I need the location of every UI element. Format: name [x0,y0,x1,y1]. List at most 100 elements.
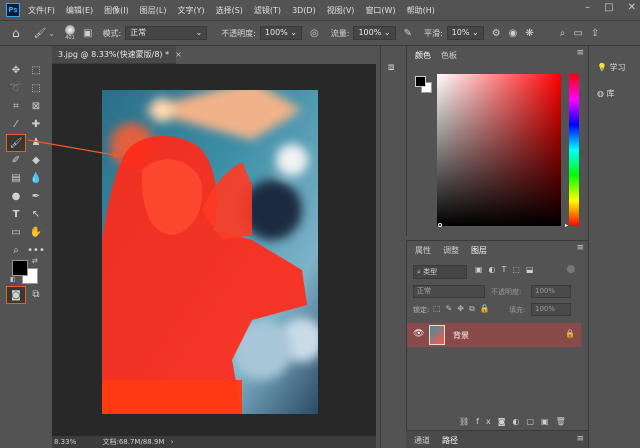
share-icon[interactable]: ⇪ [591,28,599,39]
document-canvas-image[interactable] [102,90,318,414]
color-picker-marker[interactable] [438,223,442,227]
path-select-tool-icon[interactable]: ↖ [26,206,46,224]
layers-panel: 属性 调整 图层 ≡ ⌕ 类型 ▣◐T⬚⬓ 正常 不透明度: 100% 锁定: … [406,240,588,430]
layer-opacity-label: 不透明度: [491,288,522,296]
layer-filter-select[interactable]: ⌕ 类型 [413,265,467,279]
filter-toggle[interactable] [567,265,575,273]
healing-tool-icon[interactable]: ✚ [26,116,46,134]
menu-type[interactable]: 文字(Y) [177,5,204,16]
brush-preset-picker[interactable]: 401 [65,25,76,41]
tab-channels[interactable]: 通道 [414,435,430,446]
3d-panel-icon[interactable]: ⧈ [388,62,394,73]
learn-library-column: 💡 学习 ◍ 库 [588,46,640,448]
layer-action-icons[interactable]: ⛓fx◙◐▢▣🗑 [459,417,573,426]
window-controls: – □ ✕ [585,2,636,13]
fill-input[interactable]: 100% [531,303,571,316]
lock-label: 锁定: [413,306,430,314]
menu-select[interactable]: 选择(S) [216,5,243,16]
learn-button[interactable]: 💡 学习 [597,62,626,73]
close-icon[interactable]: × [175,50,182,59]
blend-mode-select[interactable]: 正常 [413,285,485,298]
workspace-icon[interactable]: ▭ [573,28,582,39]
brush-tool-icon[interactable]: 🖌 [6,134,26,152]
history-brush-tool-icon[interactable]: ✐ [6,152,26,170]
foreground-color-front [12,260,28,276]
airbrush-icon[interactable]: ✎ [404,28,412,39]
library-button[interactable]: ◍ 库 [597,88,615,99]
flow-label: 流量: [330,28,350,38]
smoothing-label: 平滑: [423,28,443,38]
eye-icon[interactable]: 👁 [413,329,424,339]
move-tool-icon[interactable]: ✥ [6,62,26,80]
tab-color[interactable]: 颜色 [415,50,431,61]
layer-opacity-input[interactable]: 100% [531,285,571,298]
gear-icon[interactable]: ⚙ [492,28,501,39]
layer-filter-icons[interactable]: ▣◐T⬚⬓ [475,265,540,274]
search-icon[interactable]: ⌕ [560,28,566,39]
hand-tool-icon[interactable]: ✋ [26,224,46,242]
default-colors-icon[interactable]: ◧ [10,276,16,283]
tools-panel: ✥ ⬚ ➰ ⬚ ⌗ ⊠ ⁄ ✚ 🖌 ♟ ✐ ◆ ▤ 💧 ● ✒ T ↖ ▭ ✋ … [0,62,50,308]
status-arrow-icon[interactable]: › [171,438,174,446]
menu-file[interactable]: 文件(F) [28,5,55,16]
pressure-opacity-icon[interactable]: ◎ [310,28,319,39]
rectangle-tool-icon[interactable]: ▭ [6,224,26,242]
menu-image[interactable]: 图像(I) [104,5,129,16]
hue-slider-handle[interactable]: ▸ [565,222,568,229]
tab-paths[interactable]: 路径 [442,435,458,446]
menu-layer[interactable]: 图层(L) [140,5,167,16]
blur-tool-icon[interactable]: 💧 [26,170,46,188]
flow-value: 100% [358,28,382,37]
tab-properties[interactable]: 属性 [415,245,431,256]
brush-settings-icon[interactable]: ▣ [83,28,92,39]
menu-view[interactable]: 视图(V) [327,5,355,16]
layer-row[interactable]: 👁 背景 🔒 [407,323,581,347]
gradient-tool-icon[interactable]: ▤ [6,170,26,188]
hue-slider[interactable] [569,74,579,226]
zoom-tool-icon[interactable]: ⌕ [6,242,26,260]
lasso-tool-icon[interactable]: ➰ [6,80,26,98]
pen-tool-icon[interactable]: ✒ [26,188,46,206]
mode-select[interactable]: 正常 ⌄ [125,26,208,40]
menu-help[interactable]: 帮助(H) [407,5,435,16]
panel-menu-icon[interactable]: ≡ [576,243,584,253]
close-icon[interactable]: ✕ [628,2,636,13]
menu-window[interactable]: 窗口(W) [365,5,395,16]
menu-edit[interactable]: 编辑(E) [66,5,93,16]
chevron-down-icon[interactable]: ⌄ [48,29,55,38]
swap-colors-icon[interactable]: ⇄ [32,257,38,265]
frame-tool-icon[interactable]: ⊠ [26,98,46,116]
home-icon[interactable]: ⌂ [12,26,20,40]
crop-tool-icon[interactable]: ⌗ [6,98,26,116]
search-icon: ⌕ [417,268,421,276]
zoom-level[interactable]: 8.33% [54,438,76,446]
minimize-icon[interactable]: – [585,2,590,13]
dodge-tool-icon[interactable]: ● [6,188,26,206]
quick-mask-icon[interactable]: ◙ [6,286,26,304]
eyedropper-tool-icon[interactable]: ⁄ [6,116,26,134]
brush-tool-icon[interactable]: 🖌 [34,28,47,39]
status-bar: 8.33% 文档:68.7M/88.9M › [52,436,376,448]
maximize-icon[interactable]: □ [604,2,613,13]
opacity-value: 100% [264,28,288,37]
menu-filter[interactable]: 滤镜(T) [254,5,281,16]
smoothing-input[interactable]: 10% ⌄ [446,26,484,40]
menu-3d[interactable]: 3D(D) [292,6,316,15]
type-tool-icon[interactable]: T [6,206,26,224]
opacity-input[interactable]: 100% ⌄ [259,26,303,40]
fill-value: 100% [535,305,556,313]
marquee-tool-icon[interactable]: ⬚ [26,62,46,80]
pressure-size-icon[interactable]: ◉ [509,28,518,39]
tab-swatches[interactable]: 色板 [441,50,457,61]
lock-icons[interactable]: ⬚✎✥⧉🔒 [433,304,495,314]
panel-menu-icon[interactable]: ≡ [576,48,584,58]
symmetry-icon[interactable]: ❋ [525,28,533,39]
tab-layers[interactable]: 图层 [471,245,487,256]
quick-select-tool-icon[interactable]: ⬚ [26,80,46,98]
saturation-field[interactable] [437,74,561,226]
document-tab[interactable]: 3.jpg @ 8.33%(快速蒙版/8) * × [52,46,182,64]
tab-adjustments[interactable]: 调整 [443,245,459,256]
flow-input[interactable]: 100% ⌄ [353,26,396,40]
panel-menu-icon[interactable]: ≡ [576,434,584,444]
screen-mode-icon[interactable]: ⧉ [26,286,46,304]
